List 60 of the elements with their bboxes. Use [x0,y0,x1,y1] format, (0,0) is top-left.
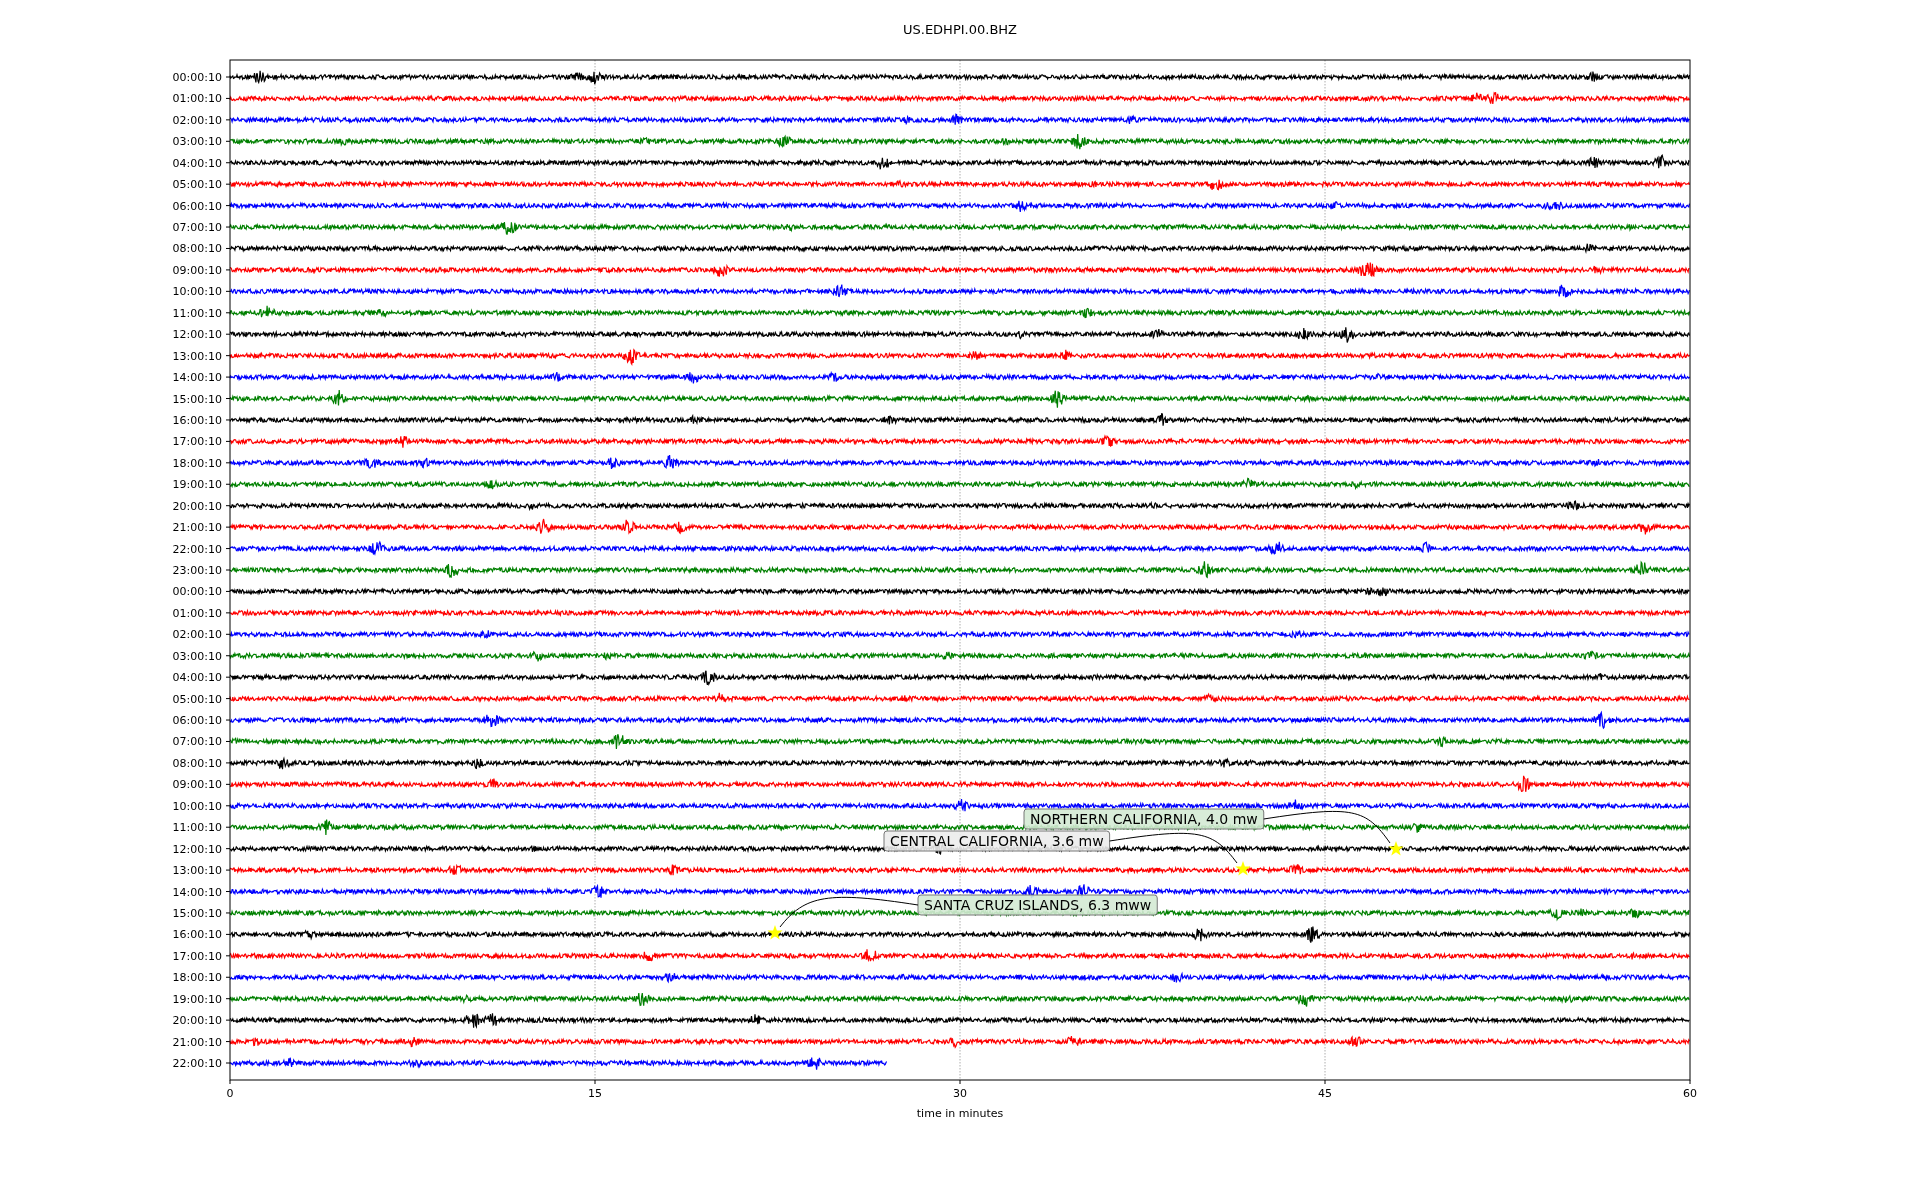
tick-label: 30 [953,1087,967,1100]
time-label: 01:00:10 [172,92,222,106]
time-label: 10:00:10 [172,285,222,299]
tick-label: 60 [1683,1087,1697,1100]
tick-label: 15 [588,1087,602,1100]
time-label: 06:00:10 [172,199,222,213]
time-label: 09:00:10 [172,263,222,277]
time-label: 21:00:10 [172,521,222,535]
time-label: 15:00:10 [172,392,222,406]
event-label: NORTHERN CALIFORNIA, 4.0 mw [1023,808,1265,830]
time-label: 08:00:10 [172,242,222,256]
time-label: 13:00:10 [172,864,222,878]
time-label: 17:00:10 [172,435,222,449]
time-label: 08:00:10 [172,756,222,770]
time-label: 18:00:10 [172,456,222,470]
time-label: 20:00:10 [172,499,222,513]
tick-label: 0 [226,1087,234,1100]
star-marker [767,925,783,940]
time-label: 03:00:10 [172,135,222,149]
time-label: 11:00:10 [172,821,222,835]
time-label: 07:00:10 [172,221,222,235]
time-label: 16:00:10 [172,413,222,427]
star-marker [1388,841,1404,856]
time-label: 15:00:10 [172,906,222,920]
time-label: 00:00:10 [172,71,222,84]
time-label: 23:00:10 [172,564,222,577]
time-label: 17:00:10 [172,949,222,963]
time-label: 21:00:10 [172,1035,222,1049]
time-label: 05:00:10 [172,178,222,192]
time-label: 02:00:10 [172,628,222,642]
star-marker [1235,861,1251,876]
time-label: 07:00:10 [172,735,222,749]
time-label: 20:00:10 [172,1014,222,1028]
time-label: 19:00:10 [172,478,222,492]
time-label: 09:00:10 [172,778,222,792]
time-label: 19:00:10 [172,992,222,1006]
time-label: 13:00:10 [172,349,222,363]
event-label: CENTRAL CALIFORNIA, 3.6 mw [883,830,1111,852]
time-label: 22:00:10 [172,542,222,556]
time-label: 00:00:10 [172,585,222,599]
time-label: 22:00:10 [172,1057,222,1070]
time-label: 16:00:10 [172,928,222,942]
tick-label: 45 [1318,1087,1332,1100]
time-label: 12:00:10 [172,328,222,342]
time-label: 10:00:10 [172,799,222,813]
plot-title: US.EDHPI.00.BHZ [903,22,1017,38]
time-label: 05:00:10 [172,692,222,706]
time-label: 01:00:10 [172,606,222,620]
time-label: 03:00:10 [172,649,222,663]
time-label: 14:00:10 [172,885,222,899]
time-label: 14:00:10 [172,371,222,385]
event-label: SANTA CRUZ ISLANDS, 6.3 mww [917,894,1158,916]
time-label: 04:00:10 [172,671,222,685]
time-label: 02:00:10 [172,113,222,127]
time-label: 06:00:10 [172,714,222,728]
axis-label: time in minutes [916,1107,1004,1120]
time-label: 12:00:10 [172,842,222,856]
time-label: 11:00:10 [172,306,222,320]
time-label: 18:00:10 [172,971,222,985]
time-label: 04:00:10 [172,156,222,170]
